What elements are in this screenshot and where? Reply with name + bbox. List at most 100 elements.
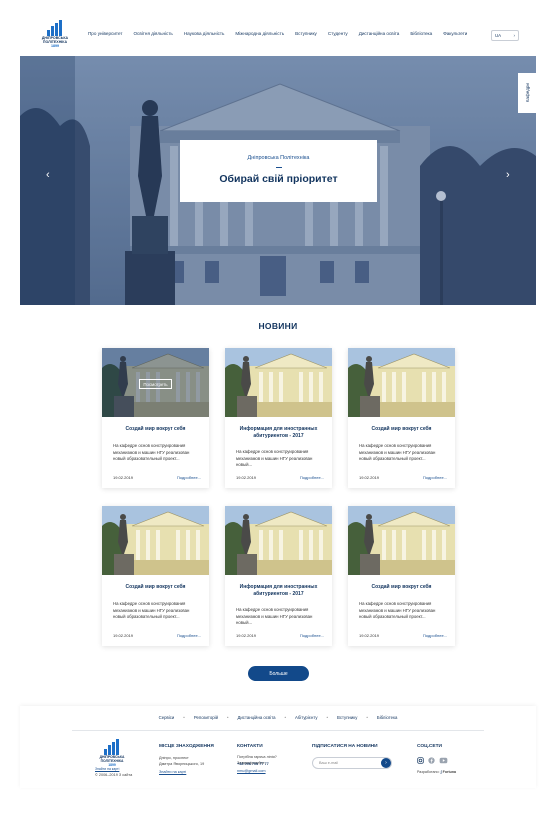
news-card-title[interactable]: Информация для иностранных абитуриентов … xyxy=(231,426,326,439)
nav-faculties[interactable]: Факультети xyxy=(443,31,467,36)
address: Дніпро, проспект Дмитра Яворницького, 19 xyxy=(159,756,204,767)
hero-caption: Дніпровська Політехніка Обирай свій пріо… xyxy=(180,140,377,202)
developer-label: Разработано: xyxy=(417,770,440,774)
news-card-more-link[interactable]: Подробнее... xyxy=(177,475,201,480)
footer-link-entrant[interactable]: Абітурієнту xyxy=(295,715,317,720)
footer-link-repository[interactable]: Репозиторій xyxy=(194,715,218,720)
news-card[interactable]: Создай мир вокруг себя На кафедре основ к… xyxy=(348,506,455,646)
subscribe-send-button[interactable]: › xyxy=(381,758,391,768)
more-news-button[interactable]: Больше xyxy=(248,666,309,681)
news-card-date: 19.02.2019 xyxy=(113,475,134,480)
news-card-more-link[interactable]: Подробнее... xyxy=(423,475,447,480)
nav-distance[interactable]: Дистанційна освіта xyxy=(359,31,400,36)
news-card-more-link[interactable]: Подробнее... xyxy=(300,633,324,638)
news-card-title[interactable]: Создай мир вокруг себя xyxy=(354,584,449,591)
footer-link-services[interactable]: Сервіси xyxy=(159,715,175,720)
copyright: © 2006–2019 З сайта xyxy=(95,773,133,777)
footer-divider xyxy=(72,730,484,731)
language-select[interactable]: UA › xyxy=(491,30,519,41)
news-card-text: На кафедре основ конструирования механиз… xyxy=(113,443,190,462)
logo-line-3: 1899 xyxy=(51,44,59,48)
news-card-title[interactable]: Создай мир вокруг себя xyxy=(108,584,203,591)
news-card[interactable]: Информация для иностранных абитуриентов … xyxy=(225,506,332,646)
news-card-image[interactable] xyxy=(348,506,455,575)
separator: • xyxy=(366,715,368,720)
news-card-text: На кафедре основ конструирования механиз… xyxy=(236,449,313,468)
footer-link-library[interactable]: Бібліотека xyxy=(377,715,397,720)
nav-library[interactable]: Бібліотека xyxy=(410,31,432,36)
main-nav: Про університет Освітня діяльність Науко… xyxy=(88,31,478,36)
departments-side-tab[interactable]: Кафедри xyxy=(518,73,536,113)
university-logo[interactable]: ДНІПРОВСЬКА ПОЛІТЕХНІКА 1899 xyxy=(38,20,72,52)
news-card-date: 19.02.2019 xyxy=(236,475,257,480)
logo-mark-icon xyxy=(47,20,65,36)
subscribe-email-input[interactable]: Ваш e-mail xyxy=(312,757,392,769)
hero-prev-arrow[interactable]: ‹ xyxy=(46,169,50,181)
news-card-date: 19.02.2019 xyxy=(236,633,257,638)
footer-link-applicant[interactable]: Вступнику xyxy=(337,715,357,720)
hero-slider: ‹ › Дніпровська Політехніка Обирай свій … xyxy=(20,56,536,305)
news-card-text: На кафедре основ конструирования механиз… xyxy=(113,601,190,620)
developer-name[interactable]: Fortuna xyxy=(443,770,456,774)
separator: • xyxy=(326,715,329,720)
news-card-view-button[interactable]: Посмотреть xyxy=(139,379,172,389)
news-card-text: На кафедре основ конструирования механиз… xyxy=(236,607,313,626)
news-card[interactable]: Создай мир вокруг себя На кафедре основ к… xyxy=(348,348,455,488)
nav-international[interactable]: Міжнародна діяльність xyxy=(235,31,284,36)
news-card-more-link[interactable]: Подробнее... xyxy=(423,633,447,638)
hero-subtitle: Дніпровська Політехніка xyxy=(247,155,310,161)
news-card-more-link[interactable]: Подробнее... xyxy=(177,633,201,638)
separator: • xyxy=(284,715,287,720)
news-card-text: На кафедре основ конструирования механиз… xyxy=(359,443,436,462)
news-card[interactable]: Создай мир вокруг себя На кафедре основ к… xyxy=(102,348,209,488)
hero-title: Обирай свій пріоритет xyxy=(219,172,338,185)
hero-next-arrow[interactable]: › xyxy=(506,169,510,181)
logo-text: ДНІПРОВСЬКА ПОЛІТЕХНІКА 1899 xyxy=(38,36,72,48)
nav-student[interactable]: Студенту xyxy=(328,31,348,36)
news-section-title: НОВИНИ xyxy=(258,321,298,331)
site-header: ДНІПРОВСЬКА ПОЛІТЕХНІКА 1899 Про універс… xyxy=(20,20,536,54)
phone-number[interactable]: +38 096 706 77 77 xyxy=(237,762,269,768)
news-card-date: 19.02.2019 xyxy=(359,475,380,480)
facebook-icon[interactable] xyxy=(428,757,435,764)
news-card-image[interactable] xyxy=(102,506,209,575)
news-card-title[interactable]: Создай мир вокруг себя xyxy=(354,426,449,433)
footer-logo-map-link[interactable]: Знайти на карті xyxy=(95,767,119,771)
hero-divider xyxy=(275,167,282,168)
chevron-right-icon: › xyxy=(513,33,515,38)
news-card[interactable]: Информация для иностранных абитуриентов … xyxy=(225,348,332,488)
news-card-image[interactable] xyxy=(348,348,455,417)
news-card-title[interactable]: Создай мир вокруг себя xyxy=(108,426,203,433)
logo-mark-icon xyxy=(104,739,122,755)
nav-science[interactable]: Наукова діяльність xyxy=(184,31,225,36)
nav-about[interactable]: Про університет xyxy=(88,31,122,36)
news-card[interactable]: Создай мир вокруг себя На кафедре основ к… xyxy=(102,506,209,646)
nav-education[interactable]: Освітня діяльність xyxy=(133,31,172,36)
location-title: МІСЦЕ ЗНАХОДЖЕННЯ xyxy=(159,744,214,749)
page: ДНІПРОВСЬКА ПОЛІТЕХНІКА 1899 Про універс… xyxy=(0,0,556,813)
news-card-text: На кафедре основ конструирования механиз… xyxy=(359,601,436,620)
departments-label: Кафедри xyxy=(524,83,530,103)
subscribe-title: ПІДПИСАТИСЯ НА НОВИНИ xyxy=(312,744,378,749)
email-link[interactable]: nmu@gmail.com xyxy=(237,769,266,773)
footer-links: Сервіси • Репозиторій • Дистанційна освіта… xyxy=(20,715,536,720)
news-card-image[interactable] xyxy=(225,506,332,575)
news-card-title[interactable]: Информация для иностранных абитуриентов … xyxy=(231,584,326,597)
news-card-more-link[interactable]: Подробнее... xyxy=(300,475,324,480)
youtube-icon[interactable] xyxy=(439,757,448,764)
instagram-icon[interactable] xyxy=(417,757,424,764)
nav-applicant[interactable]: Вступнику xyxy=(295,31,317,36)
address-line-2: Дмитра Яворницького, 19 xyxy=(159,761,205,766)
footer-logo-text: ДНІПРОВСЬКА ПОЛІТЕХНІКА 1899 xyxy=(97,755,127,767)
news-card-date: 19.02.2019 xyxy=(113,633,134,638)
news-card-date: 19.02.2019 xyxy=(359,633,380,638)
map-link[interactable]: Знайти на карті xyxy=(159,770,186,774)
separator: • xyxy=(226,715,229,720)
footer-logo[interactable]: ДНІПРОВСЬКА ПОЛІТЕХНІКА 1899 xyxy=(97,739,127,767)
developer-logo-icon: ʃ xyxy=(440,770,442,774)
separator: • xyxy=(183,715,185,720)
contacts-title: КОНТАКТИ xyxy=(237,744,263,749)
developer-credit: Разработано: ʃ Fortuna xyxy=(417,770,456,776)
news-card-image[interactable] xyxy=(225,348,332,417)
footer-link-distance[interactable]: Дистанційна освіта xyxy=(238,715,276,720)
